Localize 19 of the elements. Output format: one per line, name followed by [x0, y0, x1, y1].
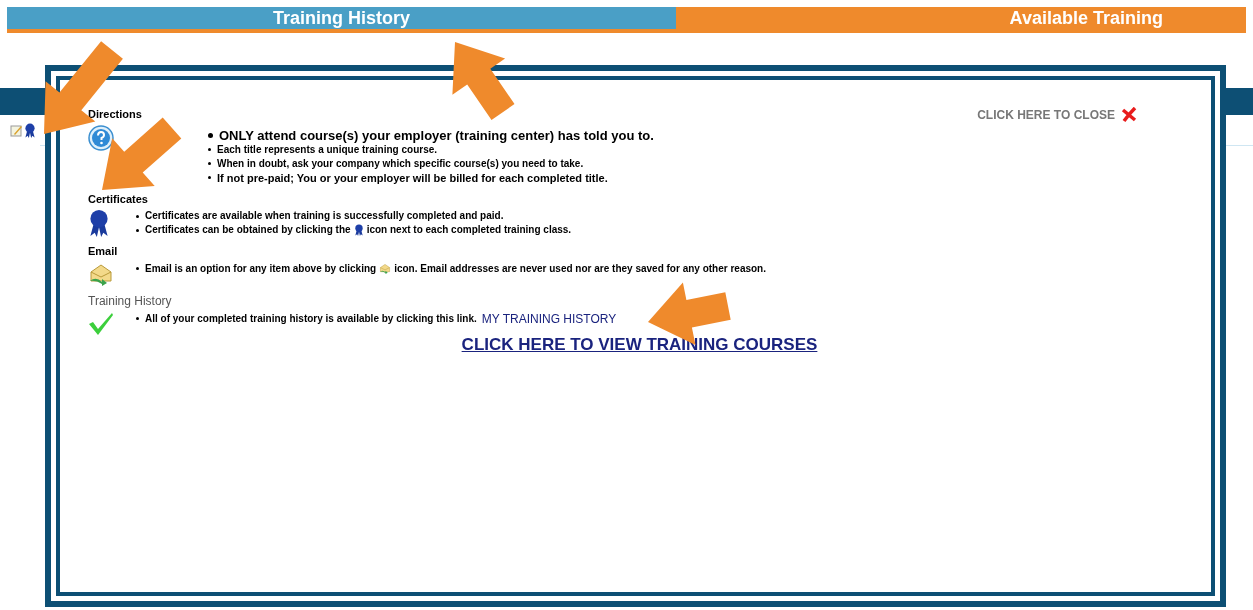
bullet-text: All of your completed training history is available by clicking this link. [145, 311, 477, 326]
tab[interactable]: Training History [7, 7, 676, 29]
bullet-text: Certificates are available when training is successfully completed and paid. [145, 209, 504, 223]
training-history-link[interactable]: MY TRAINING HISTORY [481, 311, 617, 326]
tab[interactable]: Available Training [676, 7, 1246, 29]
bullet-text: When in doubt, ask your company which specific course(s) you need to take. [217, 156, 584, 171]
bullet-text: icon. Email addresses are never used nor are they saved for any other reason. [394, 261, 766, 276]
bullet-text: icon next to each completed training class. [366, 223, 572, 237]
section-title: Email [88, 244, 118, 259]
bullet-text: Each title represents a unique training course. [217, 143, 438, 157]
section-title: Certificates [88, 191, 148, 207]
close-link[interactable]: CLICK HERE TO CLOSE [977, 106, 1137, 124]
view-courses-link[interactable]: CLICK HERE TO VIEW TRAINING COURSES [461, 331, 818, 357]
bullet-text: ONLY attend course(s) your employer (training center) has told you to. [219, 128, 654, 143]
bullet-text: If not pre-paid; You or your employer will be billed for each completed title. [217, 170, 608, 185]
bullet-text: Email is an option for any item above by clicking [145, 261, 377, 276]
bullet-text: Certificates can be obtained by clicking the [145, 223, 351, 237]
section-title: Training History [88, 292, 172, 310]
section-title: Directions [88, 107, 142, 122]
